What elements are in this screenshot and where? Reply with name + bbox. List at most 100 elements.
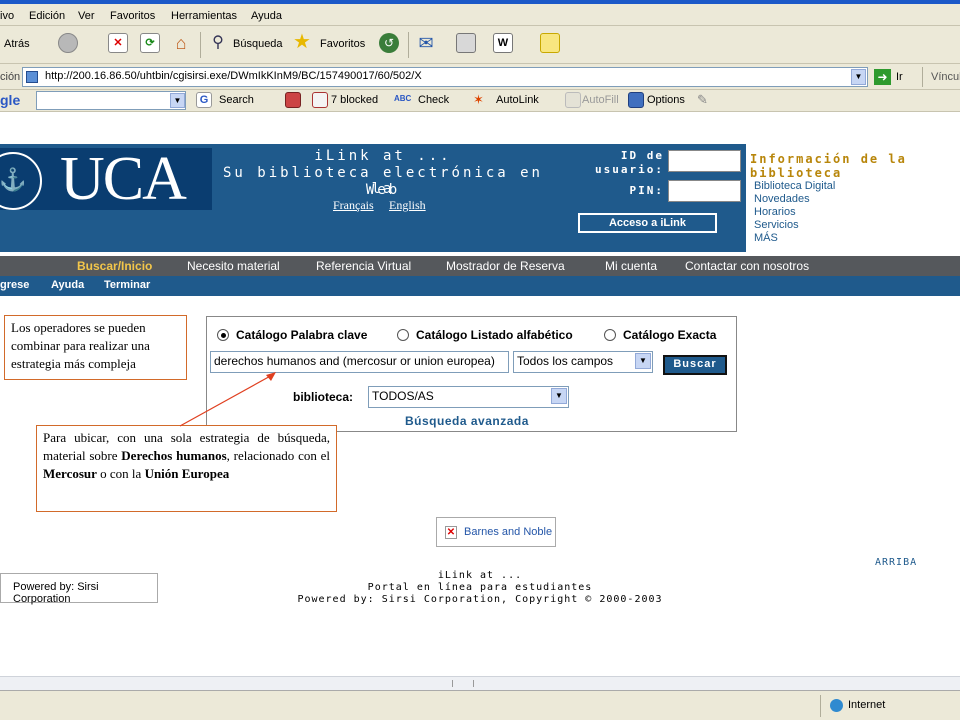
url-field[interactable]: http://200.16.86.50/uhtbin/cgisirsi.exe/… [22, 67, 868, 87]
anchor-seal-icon: ⚓ [0, 152, 42, 210]
autofill-button[interactable]: AutoFill [582, 94, 619, 106]
menu-favorites[interactable]: Favoritos [110, 10, 155, 22]
access-ilink-button[interactable]: Acceso a iLink [578, 213, 717, 233]
go-arrow-icon[interactable]: ➜ [874, 69, 891, 85]
spellcheck-icon: ABC [394, 94, 412, 103]
stop-icon[interactable]: ✕ [108, 33, 128, 53]
nav-need-material[interactable]: Necesito material [187, 259, 280, 273]
top-link[interactable]: ARRIBA [875, 557, 917, 568]
favorites-button[interactable]: Favoritos [320, 38, 365, 50]
sub-nav: grese Ayuda Terminar [0, 276, 960, 296]
refresh-icon[interactable]: ⟳ [140, 33, 160, 53]
globe-icon [830, 699, 843, 712]
radio-alphabetical-label: Catálogo Listado alfabético [416, 328, 573, 342]
autolink-button[interactable]: AutoLink [496, 94, 539, 106]
pin-input[interactable] [668, 180, 741, 202]
popup-blocker-icon [312, 92, 328, 108]
subnav-login[interactable]: grese [0, 279, 29, 291]
info-link-more[interactable]: MÁS [754, 232, 778, 244]
google-dropdown-icon[interactable]: ▼ [170, 93, 185, 108]
status-bar: Internet [0, 690, 960, 720]
google-search-button[interactable]: Search [219, 94, 254, 106]
scroll-thumb[interactable] [452, 680, 474, 687]
go-button[interactable]: Ir [896, 71, 903, 83]
uca-logo[interactable]: ⚓ UCA [0, 148, 212, 210]
note-bold-3: Unión Europea [144, 466, 230, 481]
note-bold-2: Mercosur [43, 466, 97, 481]
nav-search-home[interactable]: Buscar/Inicio [77, 259, 152, 273]
url-dropdown-icon[interactable]: ▼ [851, 69, 866, 85]
radio-exact-label: Catálogo Exacta [623, 328, 717, 342]
subnav-help[interactable]: Ayuda [51, 279, 84, 291]
options-button[interactable]: Options [647, 94, 685, 106]
back-button[interactable]: Atrás [4, 38, 30, 50]
library-value: TODOS/AS [372, 389, 434, 403]
pencil-icon[interactable]: ✎ [697, 92, 713, 108]
blocked-count[interactable]: 7 blocked [331, 94, 378, 106]
home-icon[interactable]: ⌂ [171, 33, 191, 53]
menu-edit[interactable]: Edición [29, 10, 65, 22]
google-search-input[interactable] [36, 91, 186, 110]
toolbar: Atrás ✕ ⟳ ⌂ ⚲ Búsqueda ★ Favoritos ↺ ✉ W [0, 26, 960, 64]
autolink-icon: ✶ [473, 92, 484, 107]
footer-line-3: Powered by: Sirsi Corporation, Copyright… [297, 594, 663, 605]
search-field-select[interactable]: Todos los campos ▼ [513, 351, 653, 373]
banner-title-1: iLink at ... [314, 148, 452, 164]
broken-image-icon: ✕ [445, 526, 457, 539]
search-button[interactable]: Búsqueda [233, 38, 283, 50]
news-icon[interactable] [285, 92, 301, 108]
annotation-arrow [179, 372, 276, 427]
mail-icon[interactable]: ✉ [416, 33, 436, 53]
note-text-2: , relacionado con el [226, 448, 330, 463]
note-bold-1: Derechos humanos [121, 448, 227, 463]
banner-title-3: Web [365, 182, 401, 198]
edit-icon[interactable]: W [493, 33, 513, 53]
radio-exact[interactable] [604, 329, 616, 341]
note-icon[interactable] [540, 33, 560, 53]
chevron-down-icon: ▼ [551, 388, 567, 404]
check-button[interactable]: Check [418, 94, 449, 106]
search-field-value: Todos los campos [517, 354, 614, 368]
subnav-logout[interactable]: Terminar [104, 279, 150, 291]
google-g-icon: G [196, 92, 212, 108]
favorites-star-icon[interactable]: ★ [292, 32, 312, 52]
url-text: http://200.16.86.50/uhtbin/cgisirsi.exe/… [45, 70, 422, 82]
info-title: Información de la biblioteca [750, 152, 907, 180]
forward-icon[interactable] [58, 33, 78, 53]
menu-help[interactable]: Ayuda [251, 10, 282, 22]
lang-french-link[interactable]: Français [333, 198, 374, 213]
nav-virtual-reference[interactable]: Referencia Virtual [316, 259, 411, 273]
radio-keyword[interactable] [217, 329, 229, 341]
print-icon[interactable] [456, 33, 476, 53]
google-logo[interactable]: gle [0, 92, 20, 108]
search-button[interactable]: Buscar [663, 355, 727, 375]
google-toolbar: gle ▼ G Search 7 blocked ABC Check ✶ Aut… [0, 90, 960, 112]
footer-line-1: iLink at ... [437, 570, 523, 581]
advanced-search-link[interactable]: Búsqueda avanzada [405, 414, 529, 428]
options-icon [628, 92, 644, 108]
nav-contact[interactable]: Contactar con nosotros [685, 259, 809, 273]
info-link-news[interactable]: Novedades [754, 193, 810, 205]
history-icon[interactable]: ↺ [379, 33, 399, 53]
info-link-digital[interactable]: Biblioteca Digital [754, 180, 835, 192]
menu-file[interactable]: ivo [0, 10, 14, 22]
horizontal-scrollbar[interactable] [0, 676, 960, 690]
nav-reserve-desk[interactable]: Mostrador de Reserva [446, 259, 565, 273]
page-icon [26, 71, 38, 83]
user-id-input[interactable] [668, 150, 741, 172]
lang-english-link[interactable]: English [389, 198, 426, 213]
nav-my-account[interactable]: Mi cuenta [605, 259, 657, 273]
info-link-services[interactable]: Servicios [754, 219, 799, 231]
search-icon[interactable]: ⚲ [208, 33, 228, 53]
barnes-noble-badge[interactable]: ✕ Barnes and Noble [436, 517, 556, 547]
menu-bar: ivo Edición Ver Favoritos Herramientas A… [0, 0, 960, 26]
main-nav: Buscar/Inicio Necesito material Referenc… [0, 256, 960, 276]
menu-view[interactable]: Ver [78, 10, 95, 22]
footer-line-2: Portal en línea para estudiantes [367, 582, 593, 593]
radio-alphabetical[interactable] [397, 329, 409, 341]
links-label[interactable]: Víncul [931, 71, 960, 83]
info-link-hours[interactable]: Horarios [754, 206, 796, 218]
library-select[interactable]: TODOS/AS ▼ [368, 386, 569, 408]
menu-tools[interactable]: Herramientas [171, 10, 237, 22]
radio-keyword-label: Catálogo Palabra clave [236, 328, 368, 342]
